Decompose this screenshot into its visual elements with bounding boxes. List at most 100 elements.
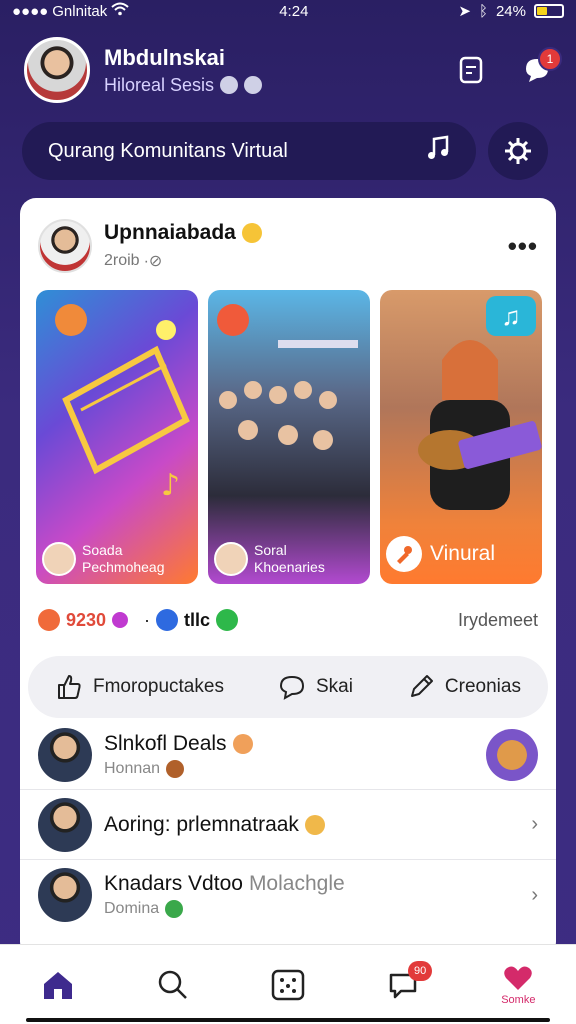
signal-dots: ●●●● xyxy=(12,2,49,20)
food-emoji-icon xyxy=(166,759,185,778)
list-item[interactable]: Knadars Vdtoo Molachgle Domina › xyxy=(20,860,556,930)
bluetooth-icon: ᛒ xyxy=(478,2,488,20)
post-card: Upnnaiabada 2roib ·⊘ ••• ♪ Soada Pechmoh… xyxy=(20,198,556,958)
status-right: ➤ ᛒ 24% xyxy=(458,2,564,20)
location-icon: ➤ xyxy=(458,3,471,20)
post-author[interactable]: Upnnaiabada xyxy=(104,221,262,245)
tile-2-avatar xyxy=(214,542,248,576)
row-title: Aoring: prlemnatraak xyxy=(104,813,325,837)
crowd-photo-art-icon xyxy=(217,304,358,450)
post-author-name: Upnnaiabada xyxy=(104,221,236,244)
home-icon xyxy=(43,971,72,999)
messages-badge: 90 xyxy=(408,960,433,981)
row-text: Slnkofl Deals Honnan xyxy=(104,732,253,778)
user-avatar[interactable] xyxy=(24,37,90,103)
wow-reaction-icon xyxy=(112,612,129,628)
share-reaction-icon xyxy=(216,609,239,631)
post-actions: Fmoropuctakes Skai Creonias xyxy=(28,656,548,718)
row-subtitle: Domina xyxy=(104,900,345,918)
row-subtitle: Honnan xyxy=(104,759,253,778)
notifications-button[interactable]: 1 xyxy=(522,47,562,85)
comments-count: tllc xyxy=(184,609,211,630)
gear-icon xyxy=(505,138,531,164)
music-keyboard-art-icon: ♪ xyxy=(55,304,190,503)
post-meta: Upnnaiabada 2roib ·⊘ xyxy=(104,221,262,271)
media-tile-2[interactable]: Soral Khoenaries xyxy=(208,290,370,584)
svg-text:♪: ♪ xyxy=(161,468,180,503)
row-text: Aoring: prlemnatraak xyxy=(104,813,325,837)
shares-count[interactable]: Irydemeet xyxy=(458,610,538,631)
create-label: Creonias xyxy=(444,676,521,697)
mic-logo-icon xyxy=(386,536,422,572)
chevron-right-icon[interactable]: › xyxy=(531,813,538,836)
like-label: Fmoropuctakes xyxy=(93,676,224,697)
row-title-text: Knadars Vdtoo xyxy=(104,872,243,895)
comment-button[interactable]: Skai xyxy=(278,673,353,701)
create-button[interactable]: Creonias xyxy=(407,673,521,701)
post-time-text: 2roib xyxy=(104,252,140,269)
nav-home[interactable] xyxy=(23,955,93,1015)
row-title-text: Aoring: prlemnatraak xyxy=(104,812,299,836)
fox-avatar-icon xyxy=(486,728,538,781)
document-icon xyxy=(459,56,483,84)
tile-1-avatar xyxy=(42,542,76,576)
tile-3-label: Vinural xyxy=(386,536,495,572)
status-left: ●●●● Gnlnitak xyxy=(12,2,129,20)
search-placeholder: Qurang Komunitans Virtual xyxy=(48,139,288,162)
status-icon xyxy=(244,76,263,94)
home-indicator xyxy=(26,1018,550,1022)
wifi-icon xyxy=(111,2,129,20)
profile-header: Mbdulnskai Hiloreal Sesis 1 xyxy=(24,34,562,106)
settings-button[interactable] xyxy=(488,122,548,180)
row-title-extra: Molachgle xyxy=(248,872,345,895)
notification-badge: 1 xyxy=(538,47,562,71)
thumbs-up-icon xyxy=(58,675,81,699)
post-author-avatar[interactable] xyxy=(38,219,92,273)
row-title: Slnkofl Deals xyxy=(104,732,253,756)
music-note-icon[interactable] xyxy=(426,135,450,167)
heart-avatar-icon xyxy=(504,966,533,990)
leaf-emoji-icon xyxy=(165,900,184,918)
user-info: Mbdulnskai Hiloreal Sesis xyxy=(104,45,263,96)
post-stats: 9230 · tllc Irydemeet xyxy=(38,602,538,638)
tile-1-label: Soada Pechmoheag xyxy=(42,542,192,576)
list-item[interactable]: Slnkofl Deals Honnan xyxy=(20,720,556,790)
row-text: Knadars Vdtoo Molachgle Domina xyxy=(104,872,345,918)
tile-1-title: Soada xyxy=(82,542,123,558)
bottom-nav: 90 Somke xyxy=(0,944,576,1024)
tile-3-title: Vinural xyxy=(430,542,495,565)
user-subtitle: Hiloreal Sesis xyxy=(104,75,263,96)
profile-label: Somke xyxy=(501,993,536,1006)
media-tile-1[interactable]: ♪ Soada Pechmoheag xyxy=(36,290,198,584)
media-tiles: ♪ Soada Pechmoheag Soral Khoenaries ♫ Vi… xyxy=(36,290,542,584)
like-button[interactable]: Fmoropuctakes xyxy=(55,673,224,701)
dice-icon xyxy=(271,969,305,1000)
smile-emoji-icon xyxy=(241,223,262,243)
document-button[interactable] xyxy=(456,55,486,85)
music-tile-icon: ♫ xyxy=(486,296,536,336)
row-title: Knadars Vdtoo Molachgle xyxy=(104,872,345,896)
media-tile-3[interactable]: ♫ Vinural xyxy=(380,290,542,584)
carrier-name: Gnlnitak xyxy=(52,2,108,20)
comment-bubble-icon xyxy=(156,609,179,631)
nav-messages[interactable]: 90 xyxy=(368,955,438,1015)
separator-dot: · xyxy=(144,609,151,630)
love-reaction-icon xyxy=(38,609,60,631)
pencil-icon xyxy=(410,675,433,697)
search-bar[interactable]: Qurang Komunitans Virtual xyxy=(22,122,476,180)
nav-games[interactable] xyxy=(253,955,323,1015)
row-thumbnail[interactable] xyxy=(486,728,538,781)
chevron-right-icon[interactable]: › xyxy=(531,884,538,907)
header-actions: 1 xyxy=(456,47,562,85)
comment-icon xyxy=(279,675,304,700)
nav-search[interactable] xyxy=(138,955,208,1015)
list-item[interactable]: Aoring: prlemnatraak › xyxy=(20,790,556,860)
more-options-button[interactable]: ••• xyxy=(508,231,538,262)
row-title-text: Slnkofl Deals xyxy=(104,731,227,755)
row-sub-text: Domina xyxy=(104,900,160,917)
nav-profile[interactable]: Somke xyxy=(483,955,553,1015)
reactions-summary[interactable]: 9230 · tllc xyxy=(38,609,239,631)
status-bar: ●●●● Gnlnitak 4:24 ➤ ᛒ 24% xyxy=(0,0,576,22)
comment-label: Skai xyxy=(315,676,353,697)
battery-icon xyxy=(533,4,564,18)
